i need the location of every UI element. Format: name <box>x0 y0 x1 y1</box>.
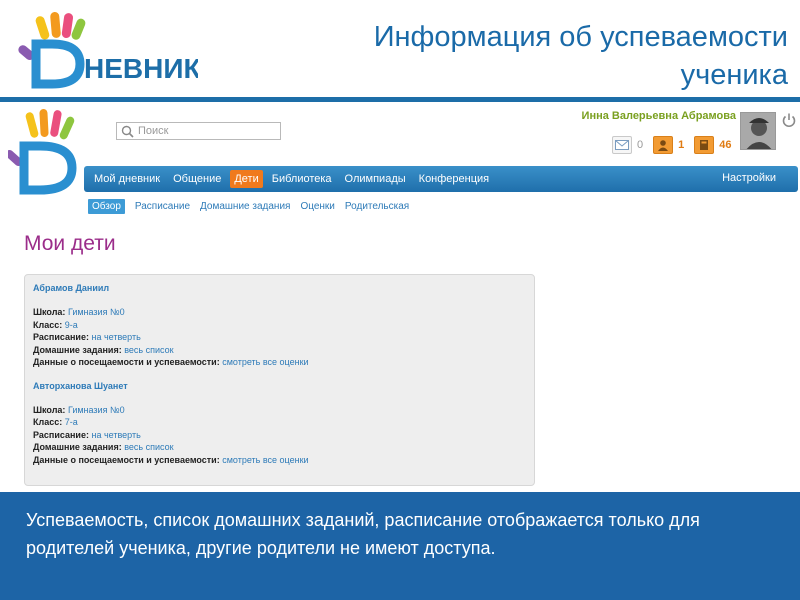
child-info-row: Школа: Гимназия №0 <box>33 404 125 415</box>
homework-link[interactable]: весь список <box>124 345 173 355</box>
nav-my-diary[interactable]: Мой дневник <box>90 170 164 188</box>
sub-navigation: Обзор Расписание Домашние задания Оценки… <box>88 198 419 214</box>
schedule-link[interactable]: на четверть <box>91 332 140 342</box>
events-count: 46 <box>719 139 732 151</box>
child-info-row: Расписание: на четверть <box>33 332 141 342</box>
class-link[interactable]: 9-а <box>65 320 78 330</box>
slide-title: Информация об успеваемости ученика <box>373 21 788 91</box>
child-info-row: Домашние задания: весь список <box>33 344 174 355</box>
app-logo-icon[interactable] <box>5 108 88 196</box>
child-info-row: Школа: Гимназия №0 <box>33 307 125 317</box>
tab-homework[interactable]: Домашние задания <box>200 201 290 212</box>
nav-settings[interactable]: Настройки <box>722 172 776 184</box>
app-screenshot: Инна Валерьевна Абрамова 0 <box>0 102 800 492</box>
school-link[interactable]: Гимназия №0 <box>68 307 125 317</box>
child-info-row: Домашние задания: весь список <box>33 442 174 452</box>
messages-count: 0 <box>637 139 644 151</box>
tab-overview[interactable]: Обзор <box>88 198 125 214</box>
logo-text: НЕВНИК <box>84 53 198 84</box>
nav-conference[interactable]: Конференция <box>415 170 493 188</box>
search-icon <box>121 125 134 138</box>
nav-communication[interactable]: Общение <box>169 170 225 188</box>
page-title: Мои дети <box>24 232 116 255</box>
book-icon[interactable] <box>694 136 715 154</box>
requests-count: 1 <box>678 139 685 151</box>
avatar[interactable] <box>740 112 776 150</box>
main-navbar: Мой дневник Общение Дети Библиотека Олим… <box>84 166 798 192</box>
caption-text: Успеваемость, список домашних заданий, р… <box>26 510 700 558</box>
user-name-link[interactable]: Инна Валерьевна Абрамова <box>556 110 736 122</box>
class-link[interactable]: 7-а <box>65 417 78 427</box>
envelope-icon[interactable] <box>612 136 632 154</box>
nav-library[interactable]: Библиотека <box>268 170 336 188</box>
child-card: Абрамов Даниил Школа: Гимназия №0 Класс:… <box>33 283 526 369</box>
tab-schedule[interactable]: Расписание <box>135 201 190 212</box>
notification-counters: 0 1 46 <box>612 136 742 154</box>
child-info-row: Расписание: на четверть <box>33 429 141 440</box>
power-icon[interactable] <box>781 112 797 128</box>
child-name-link[interactable]: Авторханова Шуанет <box>33 381 526 391</box>
child-info-row: Данные о посещаемости и успеваемости: см… <box>33 357 309 367</box>
homework-link[interactable]: весь список <box>124 442 173 452</box>
child-info-row: Класс: 7-а <box>33 417 78 427</box>
search-input[interactable] <box>138 125 268 137</box>
caption-band: Успеваемость, список домашних заданий, р… <box>0 492 800 600</box>
children-list: Абрамов Даниил Школа: Гимназия №0 Класс:… <box>24 274 535 486</box>
grades-link[interactable]: смотреть все оценки <box>222 455 308 465</box>
child-card: Авторханова Шуанет Школа: Гимназия №0 Кл… <box>33 381 526 467</box>
search-box[interactable] <box>116 122 281 140</box>
child-info-row: Класс: 9-а <box>33 319 78 330</box>
tab-grades[interactable]: Оценки <box>300 201 334 212</box>
dnevnik-logo: НЕВНИК <box>18 10 201 90</box>
schedule-link[interactable]: на четверть <box>91 430 140 440</box>
child-name-link[interactable]: Абрамов Даниил <box>33 283 526 293</box>
grades-link[interactable]: смотреть все оценки <box>222 357 308 367</box>
nav-olympiads[interactable]: Олимпиады <box>341 170 410 188</box>
tab-parental[interactable]: Родительская <box>345 201 409 212</box>
child-info-row: Данные о посещаемости и успеваемости: см… <box>33 454 309 465</box>
school-link[interactable]: Гимназия №0 <box>68 405 125 415</box>
nav-children[interactable]: Дети <box>230 170 263 188</box>
person-icon[interactable] <box>653 136 674 154</box>
